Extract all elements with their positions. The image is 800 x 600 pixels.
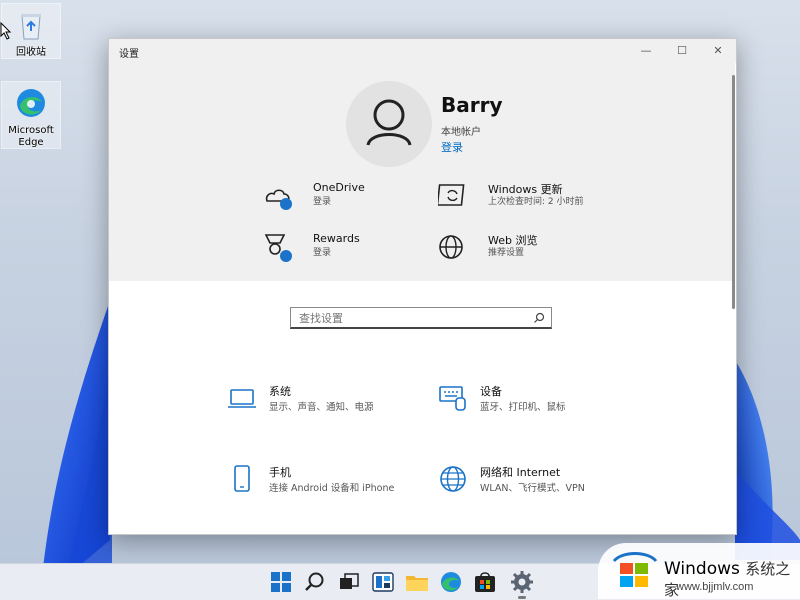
category-title: 系统 [269, 385, 291, 398]
desktop-icon-label: Microsoft Edge [8, 125, 54, 148]
start-icon[interactable] [268, 569, 294, 595]
category-title: 网络和 Internet [480, 466, 561, 479]
watermark-brand-en: Windows [664, 559, 740, 579]
window-title: 设置 [119, 49, 139, 60]
quick-item-subtitle: 推荐设置 [488, 248, 525, 258]
recycle-bin-icon [21, 14, 41, 40]
minimize-button[interactable]: — [628, 39, 664, 63]
category-phone[interactable]: 手机 连接 Android 设备和 iPhone [227, 464, 427, 508]
task-view-icon[interactable] [336, 569, 362, 595]
watermark-url: www.bjjmlv.com [676, 581, 754, 593]
category-title: 设备 [480, 385, 502, 398]
laptop-icon [228, 389, 256, 408]
mouse-cursor-icon [0, 22, 12, 40]
category-network[interactable]: 网络和 Internet WLAN、飞行模式、VPN [438, 464, 638, 508]
settings-icon[interactable] [509, 569, 535, 595]
category-subtitle: 显示、声音、通知、电源 [269, 402, 374, 413]
globe-icon [439, 235, 463, 259]
watermark: Windows 系统之家 www.bjjmlv.com [598, 543, 800, 599]
category-title: 手机 [269, 466, 291, 479]
rewards-icon [264, 234, 292, 262]
globe-icon [440, 466, 466, 492]
search-box[interactable] [290, 307, 552, 329]
category-system[interactable]: 系统 显示、声音、通知、电源 [227, 383, 427, 427]
search-icon[interactable] [533, 312, 545, 324]
edge-icon[interactable] [438, 569, 464, 595]
user-icon [366, 99, 412, 146]
scrollbar[interactable] [732, 75, 735, 309]
quick-item-onedrive[interactable]: OneDrive 登录 [263, 181, 433, 221]
category-subtitle: WLAN、飞行模式、VPN [480, 483, 585, 494]
file-explorer-icon[interactable] [404, 569, 430, 595]
quick-item-subtitle: 上次检查时间: 2 小时前 [488, 197, 584, 207]
quick-item-title: OneDrive [313, 181, 365, 194]
edge-icon [17, 89, 45, 117]
store-icon[interactable] [472, 569, 498, 595]
onedrive-icon [265, 189, 292, 210]
widgets-icon[interactable] [370, 569, 396, 595]
close-button[interactable]: ✕ [700, 39, 736, 63]
quick-item-windows-update[interactable]: Windows 更新 上次检查时间: 2 小时前 [438, 181, 608, 221]
quick-item-rewards[interactable]: Rewards 登录 [263, 232, 433, 272]
maximize-button[interactable]: ☐ [664, 39, 700, 63]
sign-in-link[interactable]: 登录 [441, 139, 463, 155]
quick-item-subtitle: 登录 [313, 248, 332, 258]
quick-item-title: Web 浏览 [488, 234, 538, 247]
account-type: 本地帐户 [441, 127, 481, 138]
search-input[interactable] [299, 311, 519, 325]
quick-item-title: Rewards [313, 232, 360, 245]
quick-item-web-browsing[interactable]: Web 浏览 推荐设置 [438, 232, 608, 272]
quick-item-subtitle: 登录 [313, 197, 332, 207]
title-bar: 设置 — ☐ ✕ [109, 39, 736, 63]
category-devices[interactable]: 设备 蓝牙、打印机、鼠标 [438, 383, 638, 427]
category-subtitle: 蓝牙、打印机、鼠标 [480, 402, 566, 413]
windows-logo-icon [612, 552, 658, 587]
account-header: Barry 本地帐户 登录 OneDrive 登录 Windows 更新 上次检… [109, 63, 735, 281]
keyboard-icon [439, 386, 466, 411]
windows-update-icon [438, 184, 465, 206]
avatar[interactable] [346, 81, 432, 167]
watermark-brand: Windows 系统之家 [664, 558, 800, 600]
settings-window: 设置 — ☐ ✕ Barry 本地帐户 登录 OneDrive 登录 Windo… [108, 38, 737, 535]
desktop-icon-label: 回收站 [16, 47, 46, 58]
search-icon[interactable] [302, 569, 328, 595]
desktop-icon-edge[interactable]: Microsoft Edge [1, 81, 61, 149]
phone-icon [234, 465, 250, 492]
quick-item-title: Windows 更新 [488, 183, 563, 196]
user-name: Barry [441, 93, 503, 117]
category-subtitle: 连接 Android 设备和 iPhone [269, 483, 395, 494]
